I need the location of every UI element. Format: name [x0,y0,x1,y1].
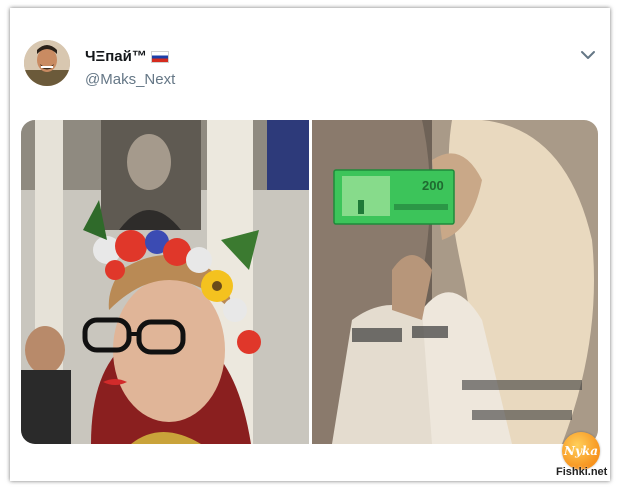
site-watermark: Fishki.net [556,466,608,478]
couple-kissing-photo[interactable]: 200 [312,120,598,444]
nyka-logo-text: Nyka [563,444,599,458]
avatar[interactable] [24,40,70,86]
svg-text:200: 200 [422,178,444,193]
banknote-200: 200 [333,169,455,225]
tweet-card: ЧΞпай™ @Maks_Next 200 Nyka [10,8,610,481]
avatar-portrait [24,40,70,86]
display-name-text: ЧΞпай™ [85,48,147,65]
display-name[interactable]: ЧΞпай™ [85,48,169,65]
woman-with-flower-wreath-photo[interactable] [21,120,309,444]
user-handle[interactable]: @Maks_Next [85,71,175,88]
chevron-down-icon[interactable] [578,47,598,63]
nyka-logo: Nyka [562,432,600,470]
russia-flag-icon [150,50,169,63]
